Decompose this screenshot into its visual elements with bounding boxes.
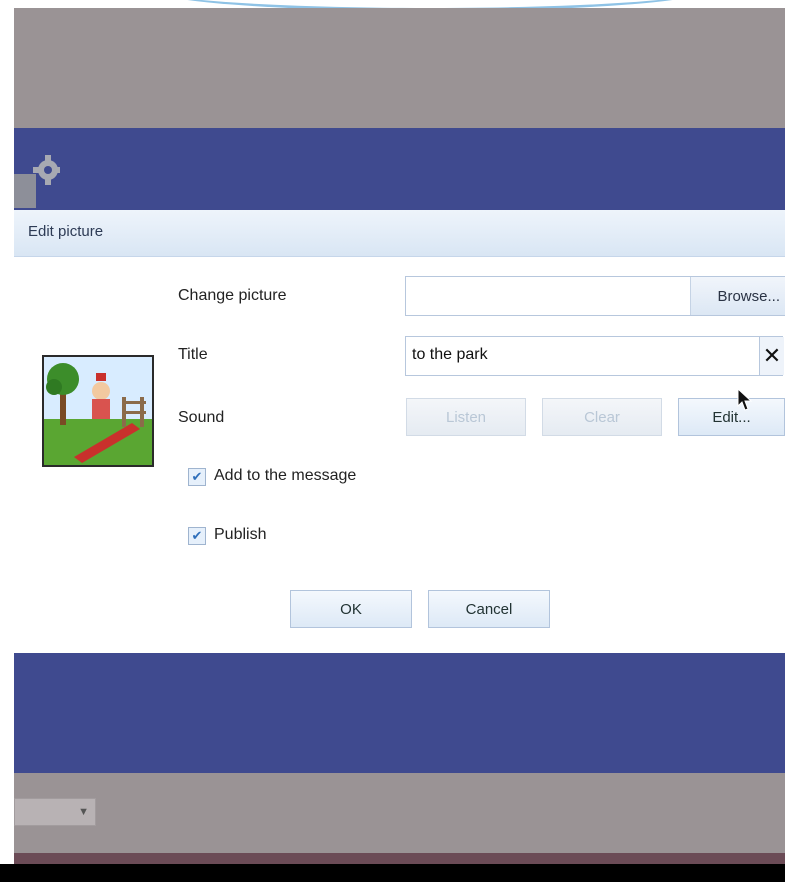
listen-button[interactable]: Listen (406, 398, 526, 436)
header-band (14, 128, 785, 210)
background-panel-bottom (14, 773, 785, 853)
add-to-message-label: Add to the message (214, 467, 357, 484)
checkmark-icon: ✔ (191, 469, 203, 484)
dialog-title: Edit picture (28, 223, 104, 240)
cancel-button[interactable]: Cancel (428, 590, 550, 628)
dialog-titlebar: Edit picture (14, 210, 785, 257)
edit-sound-button[interactable]: Edit... (678, 398, 785, 436)
bottom-divider (14, 853, 785, 864)
browse-button[interactable]: Browse... (690, 277, 785, 315)
gear-icon[interactable] (14, 148, 60, 208)
bottom-black-bar (0, 864, 785, 882)
close-icon[interactable]: ✕ (759, 337, 784, 375)
ok-button[interactable]: OK (290, 590, 412, 628)
edit-picture-dialog: Edit picture Change picture Browse... Ti… (14, 210, 785, 653)
playground-image (44, 357, 152, 465)
picture-thumbnail (42, 355, 154, 467)
sound-label: Sound (178, 409, 225, 426)
left-gutter (0, 8, 14, 864)
dropdown-select[interactable]: ▼ (14, 798, 96, 826)
clear-sound-button[interactable]: Clear (542, 398, 662, 436)
change-picture-label: Change picture (178, 287, 287, 304)
mouse-cursor-icon (737, 388, 753, 411)
title-field[interactable]: to the park ✕ (405, 336, 784, 376)
title-label: Title (178, 346, 208, 363)
publish-label: Publish (214, 526, 267, 543)
screen: Edit picture Change picture Browse... Ti… (0, 0, 785, 882)
chevron-down-icon: ▼ (78, 806, 89, 818)
checkmark-icon: ✔ (191, 528, 203, 543)
footer-band (14, 653, 785, 773)
title-input-value: to the park (412, 346, 488, 363)
publish-checkbox[interactable]: ✔ (188, 527, 206, 545)
background-panel-top (14, 8, 785, 128)
add-to-message-checkbox[interactable]: ✔ (188, 468, 206, 486)
picture-path-field[interactable]: Browse... (405, 276, 785, 316)
